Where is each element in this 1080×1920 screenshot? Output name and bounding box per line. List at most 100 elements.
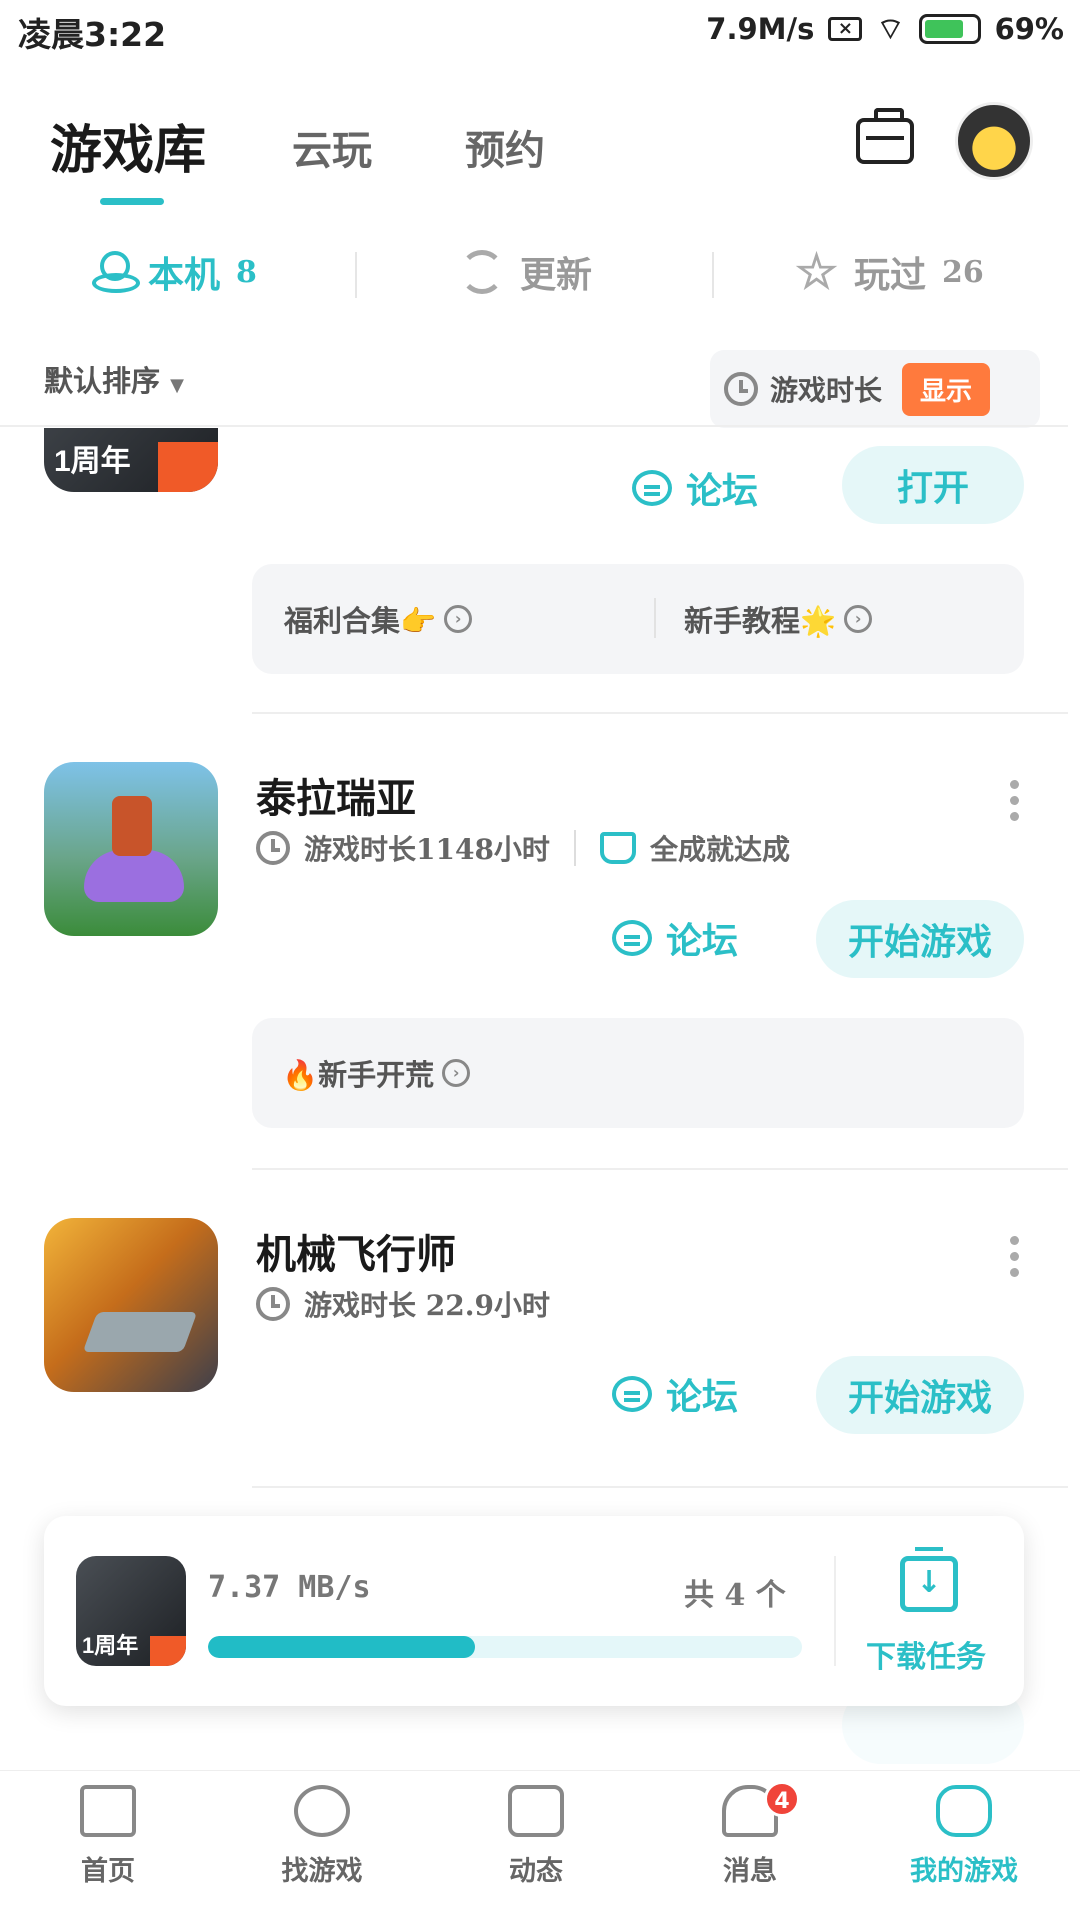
clock-icon <box>256 1287 290 1321</box>
perk-card: 🔥新手开荒 › <box>252 1018 1024 1128</box>
forum-label: 论坛 <box>686 470 759 512</box>
game-icon[interactable]: 1周年 <box>44 428 218 492</box>
subtab-played-count: 26 <box>942 254 984 290</box>
subtab-local[interactable]: 本机 8 <box>92 246 257 298</box>
platform-art <box>82 1312 198 1352</box>
tab-game-library[interactable]: 游戏库 <box>50 108 206 183</box>
forum-label: 论坛 <box>666 1376 739 1418</box>
chevron-right-icon: › <box>844 605 873 633</box>
subtab-played-label: 玩过 <box>854 254 927 296</box>
game-title[interactable]: 泰拉瑞亚 <box>256 766 416 824</box>
nav-find-games[interactable]: 找游戏 <box>232 1785 412 1888</box>
feed-icon <box>508 1785 564 1837</box>
star-icon: ☆ <box>795 244 839 300</box>
battery-icon <box>918 14 981 44</box>
download-task-button[interactable]: 下载任务 <box>866 1632 986 1676</box>
open-button[interactable]: 打开 <box>842 446 1024 524</box>
download-divider <box>834 1556 836 1666</box>
subtab-played[interactable]: ☆ 玩过 26 <box>795 246 984 298</box>
more-menu-icon[interactable] <box>1010 780 1020 821</box>
refresh-icon <box>460 250 504 294</box>
forum-button[interactable]: 论坛 <box>612 912 738 964</box>
forum-button[interactable]: 论坛 <box>612 1368 738 1420</box>
subtab-divider <box>712 252 714 298</box>
avatar[interactable] <box>955 102 1033 180</box>
download-progress-fill <box>208 1636 476 1658</box>
download-task-icon[interactable] <box>900 1547 958 1612</box>
chevron-right-icon: › <box>442 1059 471 1087</box>
chevron-right-icon: › <box>444 605 473 633</box>
perk-welfare[interactable]: 福利合集👉 › <box>284 598 473 640</box>
row-divider <box>252 1486 1068 1488</box>
perk-label: 新手教程🌟 <box>684 604 837 638</box>
sort-row: 默认排序 ▼ 游戏时长 显示 <box>0 340 1080 430</box>
toolbox-icon[interactable] <box>856 108 914 164</box>
chat-icon <box>612 1376 652 1412</box>
status-right: 7.9M/s × ⌔ 69% <box>706 10 1064 48</box>
playtime-toggle: 游戏时长 显示 <box>710 350 1040 428</box>
game-meta: 游戏时长 22.9小时 <box>256 1284 550 1324</box>
game-icon[interactable] <box>44 1218 218 1392</box>
download-speed: 7.37 MB/s <box>208 1570 371 1605</box>
clock-icon <box>724 372 758 406</box>
perk-label: 福利合集👉 <box>284 604 437 638</box>
downloading-game-icon: 1周年 <box>76 1556 186 1666</box>
nav-label: 找游戏 <box>281 1856 363 1887</box>
playtime-text: 游戏时长 22.9小时 <box>304 1289 550 1322</box>
download-count: 共 4 个 <box>684 1578 786 1613</box>
forum-label: 论坛 <box>666 920 739 962</box>
perk-tutorial[interactable]: 新手教程🌟 › <box>684 598 873 640</box>
nav-label: 我的游戏 <box>910 1856 1018 1887</box>
chat-icon <box>632 470 672 506</box>
perk-divider <box>654 598 656 638</box>
subtab-update[interactable]: 更新 <box>460 246 592 298</box>
net-speed: 7.9M/s <box>706 12 815 46</box>
anniversary-badge: 1周年 <box>82 1633 139 1658</box>
tab-active-indicator <box>100 198 164 205</box>
status-bar: 凌晨3:22 7.9M/s × ⌔ 69% <box>0 0 1080 64</box>
nav-label: 首页 <box>81 1856 135 1887</box>
chat-icon <box>612 920 652 956</box>
nav-feed[interactable]: 动态 <box>446 1785 626 1888</box>
nav-my-games[interactable]: 我的游戏 <box>874 1785 1054 1888</box>
game-icon[interactable] <box>44 762 218 936</box>
clock-icon <box>256 831 290 865</box>
status-time: 凌晨3:22 <box>18 15 167 54</box>
download-progress <box>208 1636 802 1658</box>
trophy-icon <box>599 832 636 864</box>
subtab-update-label: 更新 <box>520 254 593 296</box>
subtab-local-label: 本机 <box>148 254 221 296</box>
sort-dropdown[interactable]: 默认排序 ▼ <box>44 358 184 400</box>
tab-reservation[interactable]: 预约 <box>465 118 545 176</box>
perk-label: 🔥新手开荒 <box>282 1058 435 1092</box>
more-menu-icon[interactable] <box>1010 1236 1020 1277</box>
sub-tabs: 本机 8 更新 ☆ 玩过 26 <box>0 230 1080 320</box>
game-meta: 游戏时长1148小时 全成就达成 <box>256 828 790 868</box>
meta-divider <box>573 830 576 866</box>
nav-label: 动态 <box>509 1856 563 1887</box>
brand-badge <box>150 1636 186 1666</box>
achievement-text: 全成就达成 <box>649 833 790 866</box>
perk-newbie[interactable]: 🔥新手开荒 › <box>282 1052 471 1094</box>
row-divider <box>252 1168 1068 1170</box>
gamepad-icon <box>936 1785 992 1837</box>
nav-home[interactable]: 首页 <box>18 1785 198 1888</box>
bottom-nav: 首页 找游戏 动态 4 消息 我的游戏 <box>0 1770 1080 1920</box>
start-game-button[interactable]: 开始游戏 <box>816 1356 1024 1434</box>
character-art <box>112 796 152 856</box>
show-playtime-button[interactable]: 显示 <box>902 362 991 416</box>
start-game-button[interactable]: 开始游戏 <box>816 900 1024 978</box>
game-title[interactable]: 机械飞行师 <box>256 1222 456 1280</box>
anniversary-badge: 1周年 <box>54 445 131 478</box>
location-pin-icon <box>92 251 140 293</box>
battery-percent: 69% <box>994 12 1064 46</box>
sort-label: 默认排序 <box>44 364 161 398</box>
nav-messages[interactable]: 4 消息 <box>660 1781 840 1888</box>
home-icon <box>80 1785 136 1837</box>
playtime-text: 游戏时长1148小时 <box>304 833 550 866</box>
planet-icon <box>294 1785 350 1837</box>
download-bar[interactable]: 1周年 7.37 MB/s 共 4 个 下载任务 <box>44 1516 1024 1706</box>
forum-button[interactable]: 论坛 <box>632 462 758 514</box>
divider <box>0 425 1068 427</box>
tab-cloud-play[interactable]: 云玩 <box>292 118 372 176</box>
